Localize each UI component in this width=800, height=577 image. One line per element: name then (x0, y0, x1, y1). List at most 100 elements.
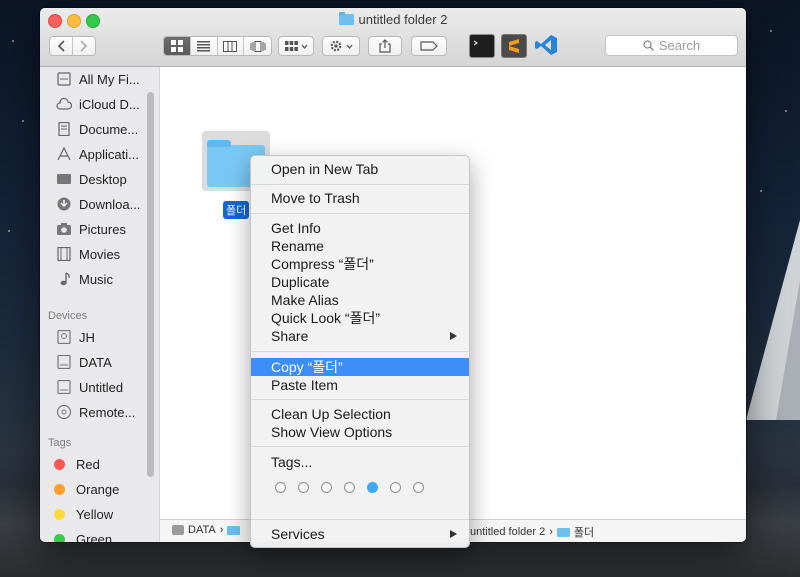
star (785, 110, 787, 112)
menu-item-make-alias[interactable]: Make Alias (251, 291, 469, 309)
icon-view-button[interactable] (164, 37, 191, 55)
hard-drive-icon (172, 525, 184, 535)
sidebar-item-label: Yellow (76, 506, 114, 522)
path-segment-label: DATA (188, 524, 216, 536)
applications-icon (56, 146, 72, 161)
tag-color-purple-button[interactable] (390, 482, 401, 493)
sidebar-item-movies[interactable]: Movies (56, 243, 120, 265)
sidebar-item-remote-disc[interactable]: Remote... (56, 401, 135, 423)
window-title-text: untitled folder 2 (358, 12, 448, 27)
star (22, 120, 24, 122)
menu-separator (251, 213, 469, 214)
submenu-arrow-icon (450, 332, 457, 340)
cover-flow-button[interactable] (244, 37, 271, 55)
menu-item-quick-look[interactable]: Quick Look “폴더” (251, 309, 469, 327)
menu-item-label: Services (271, 526, 325, 542)
sidebar-item-music[interactable]: Music (56, 268, 113, 290)
menu-item-share[interactable]: Share (251, 327, 469, 345)
arrange-button[interactable] (278, 36, 314, 56)
view-mode-control (163, 36, 272, 56)
action-button[interactable] (322, 36, 360, 56)
vscode-logo-icon (535, 35, 557, 55)
sidebar-tag-orange[interactable]: Orange (50, 478, 119, 500)
sidebar-item-jh[interactable]: JH (56, 326, 95, 348)
menu-item-paste-item[interactable]: Paste Item (251, 376, 469, 394)
tag-color-orange-button[interactable] (298, 482, 309, 493)
music-note-icon (56, 272, 72, 286)
sidebar-item-applications[interactable]: Applicati... (56, 143, 139, 165)
sidebar-item-label: iCloud D... (79, 96, 140, 112)
sidebar-item-label: JH (79, 329, 95, 345)
menu-item-tags[interactable]: Tags... (251, 453, 469, 471)
tag-color-blue-button[interactable] (367, 482, 378, 493)
sidebar-item-icloud-drive[interactable]: iCloud D... (56, 93, 140, 115)
columns-icon (223, 40, 238, 52)
sidebar-item-documents[interactable]: Docume... (56, 118, 138, 140)
devices-section-header: Devices (48, 310, 88, 322)
sidebar-tag-yellow[interactable]: Yellow (50, 503, 113, 525)
path-segment-untitled-folder-2[interactable]: untitled folder 2 › 폴더 (470, 524, 594, 540)
sidebar: All My Fi... iCloud D... Docume... Appli… (40, 67, 160, 542)
sidebar-scrollbar[interactable] (147, 92, 154, 477)
yellow-tag-dot-icon (54, 508, 65, 520)
sidebar-item-all-my-files[interactable]: All My Fi... (56, 68, 140, 90)
sidebar-item-label: Applicati... (79, 146, 139, 162)
tag-color-green-button[interactable] (344, 482, 355, 493)
menu-item-clean-up-selection[interactable]: Clean Up Selection (251, 405, 469, 423)
sidebar-tag-red[interactable]: Red (50, 453, 100, 475)
sidebar-item-downloads[interactable]: Downloa... (56, 193, 140, 215)
folder-icon (227, 525, 241, 535)
orange-tag-dot-icon (54, 483, 65, 495)
path-segment-data[interactable]: DATA › (172, 524, 241, 536)
menu-item-services[interactable]: Services (251, 525, 469, 543)
tag-color-yellow-button[interactable] (321, 482, 332, 493)
all-files-icon (56, 72, 72, 86)
terminal-app-icon[interactable] (469, 34, 495, 58)
path-separator-chevron-icon: › (549, 526, 553, 538)
list-view-button[interactable] (190, 37, 218, 55)
sublime-s-icon (509, 39, 519, 53)
menu-item-show-view-options[interactable]: Show View Options (251, 423, 469, 441)
menu-item-compress[interactable]: Compress “폴더” (251, 255, 469, 273)
vscode-app-icon[interactable] (534, 34, 558, 56)
tag-color-gray-button[interactable] (413, 482, 424, 493)
sublime-text-app-icon[interactable] (501, 34, 527, 58)
path-segment-label: 폴더 (573, 527, 595, 539)
menu-item-open-in-new-tab[interactable]: Open in New Tab (251, 160, 469, 178)
menu-separator (251, 446, 469, 447)
tag-icon (420, 41, 438, 51)
hard-drive-icon (56, 379, 72, 395)
sidebar-item-desktop[interactable]: Desktop (56, 168, 127, 190)
share-button[interactable] (368, 36, 402, 56)
desktop-icon (56, 172, 72, 186)
green-tag-dot-icon (54, 533, 65, 542)
folder-item-label[interactable]: 폴더 (223, 201, 250, 219)
hard-drive-icon (56, 354, 72, 370)
disc-icon (56, 404, 72, 420)
sidebar-item-label: Downloa... (79, 196, 141, 212)
menu-item-rename[interactable]: Rename (251, 237, 469, 255)
back-button[interactable] (50, 37, 73, 55)
window-title: untitled folder 2 (40, 12, 746, 27)
column-view-button[interactable] (217, 37, 245, 55)
sidebar-item-data[interactable]: DATA (56, 351, 112, 373)
menu-item-duplicate[interactable]: Duplicate (251, 273, 469, 291)
menu-item-label: Share (271, 328, 309, 344)
camera-icon (56, 222, 72, 236)
sidebar-item-pictures[interactable]: Pictures (56, 218, 126, 240)
folder-icon (338, 12, 354, 25)
gear-icon (330, 40, 342, 52)
chevron-left-icon (57, 40, 65, 52)
sidebar-item-untitled[interactable]: Untitled (56, 376, 123, 398)
menu-item-copy[interactable]: Copy “폴더” (251, 358, 469, 376)
sidebar-item-label: Untitled (79, 379, 124, 395)
menu-item-move-to-trash[interactable]: Move to Trash (251, 189, 469, 207)
hard-drive-icon (56, 329, 72, 345)
forward-button[interactable] (72, 37, 95, 55)
menu-item-get-info[interactable]: Get Info (251, 219, 469, 237)
tag-color-red-button[interactable] (275, 482, 286, 493)
toolbar: untitled folder 2 Search (40, 8, 746, 67)
edit-tags-button[interactable] (411, 36, 447, 56)
sidebar-tag-green[interactable]: Green (50, 528, 112, 542)
search-input[interactable]: Search (605, 35, 738, 56)
